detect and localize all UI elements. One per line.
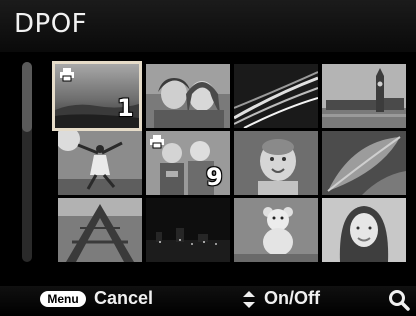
menu-key-icon[interactable]: Menu xyxy=(40,291,86,307)
on-off-label[interactable]: On/Off xyxy=(264,288,320,309)
thumbnail-photo-12[interactable] xyxy=(322,198,406,262)
thumbnail-photo-7[interactable] xyxy=(234,131,318,195)
thumbnail-photo-4[interactable] xyxy=(322,64,406,128)
print-count: 9 xyxy=(206,163,223,191)
bridge-structure-photo xyxy=(58,198,142,262)
up-down-arrows-icon[interactable] xyxy=(243,291,255,308)
smiling-baby-photo xyxy=(234,131,318,195)
light-trails-photo xyxy=(234,64,318,128)
thumbnail-photo-6[interactable]: 9 xyxy=(146,131,230,195)
thumbnail-grid: 1 9 xyxy=(0,0,416,316)
thumbnail-photo-9[interactable] xyxy=(58,198,142,262)
thumbnail-photo-11[interactable] xyxy=(234,198,318,262)
thumbnail-photo-8[interactable] xyxy=(322,131,406,195)
thumbnail-photo-2[interactable] xyxy=(146,64,230,128)
print-icon xyxy=(150,135,164,149)
thumbnail-photo-1[interactable]: 1 xyxy=(52,61,142,131)
couple-photo xyxy=(146,64,230,128)
thumbnail-photo-3[interactable] xyxy=(234,64,318,128)
cancel-label[interactable]: Cancel xyxy=(94,288,153,309)
jumping-woman-photo xyxy=(58,131,142,195)
magnifier-icon[interactable] xyxy=(388,289,410,311)
smiling-woman-photo xyxy=(322,198,406,262)
thumbnail-photo-10[interactable] xyxy=(146,198,230,262)
clock-tower-photo xyxy=(322,64,406,128)
teddy-bear-photo xyxy=(234,198,318,262)
print-count: 1 xyxy=(117,94,134,122)
night-city-photo xyxy=(146,198,230,262)
thumbnail-photo-5[interactable] xyxy=(58,131,142,195)
leaf-closeup-photo xyxy=(322,131,406,195)
print-icon xyxy=(60,68,74,82)
